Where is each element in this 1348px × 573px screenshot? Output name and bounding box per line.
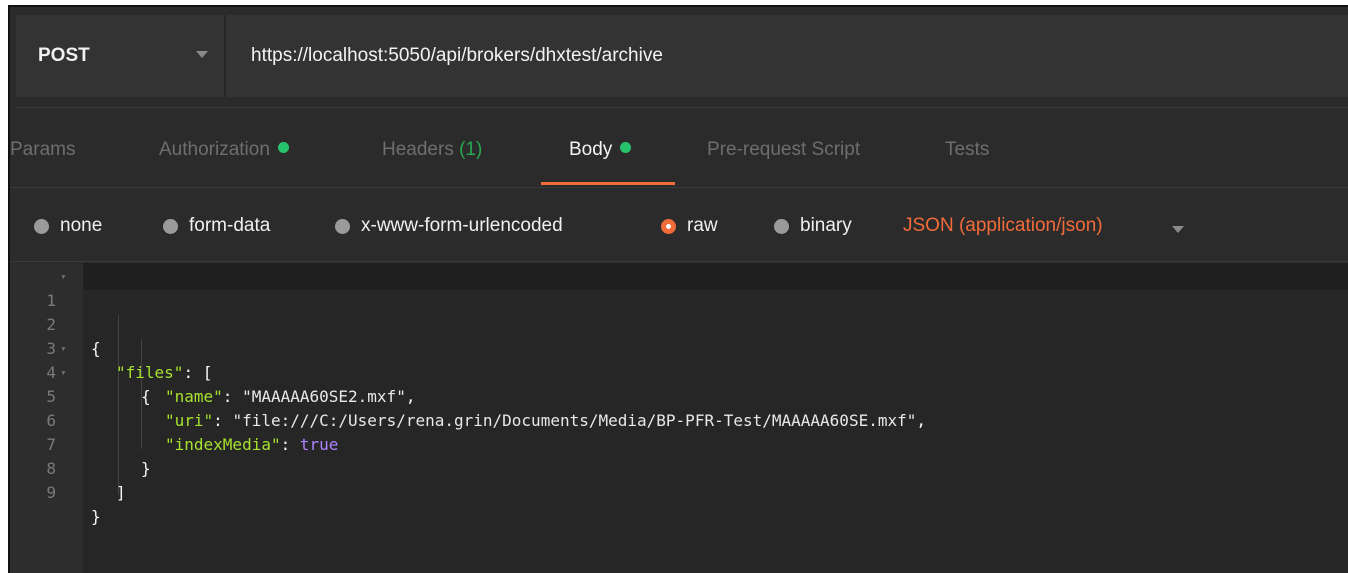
request-url-bar: POST https://localhost:5050/api/brokers/… — [16, 15, 1348, 97]
chevron-down-icon — [196, 51, 208, 58]
json-body-editor[interactable]: 1 ▾ { 2 ▾ "files": [ 3 ▾ { 4 "name": "MA… — [10, 263, 1348, 573]
json-key: "name" — [165, 387, 223, 406]
json-string: "file:///C:/Users/rena.grin/Documents/Me… — [232, 411, 917, 430]
tab-headers-label: Headers — [382, 139, 454, 160]
tab-headers[interactable]: Headers (1) — [382, 139, 482, 161]
request-tabs: Params Authorization Headers (1) Body Pr… — [10, 127, 1348, 187]
active-tab-indicator — [541, 182, 675, 185]
active-line-highlight — [83, 263, 1348, 290]
code-line: 8 ] — [10, 433, 125, 502]
code-text: "files": [ — [116, 361, 212, 385]
json-punct: : — [280, 435, 300, 454]
json-key: "uri" — [165, 411, 214, 430]
method-label: POST — [38, 45, 90, 66]
code-line: 3 ▾ { — [10, 313, 150, 406]
radio-checked-icon[interactable] — [661, 218, 676, 234]
code-text: "uri": "file:///C:/Users/rena.grin/Docum… — [165, 409, 926, 433]
json-key: "files" — [116, 363, 184, 382]
json-punct: , — [916, 411, 927, 430]
body-type-raw[interactable]: raw — [661, 215, 718, 237]
tab-authorization[interactable]: Authorization — [159, 139, 289, 161]
code-line: 5 "uri": "file:///C:/Users/rena.grin/Doc… — [10, 361, 926, 430]
code-line: 2 ▾ "files": [ — [10, 289, 212, 382]
code-text: { — [141, 387, 151, 406]
code-text: } — [91, 507, 101, 526]
tab-params-label: Params — [10, 139, 76, 160]
body-type-urlencoded[interactable]: x-www-form-urlencoded — [335, 215, 563, 237]
code-line: 4 "name": "MAAAAA60SE2.mxf", — [10, 337, 415, 406]
body-type-none[interactable]: none — [34, 215, 102, 237]
radio-icon[interactable] — [163, 218, 178, 234]
code-line: 1 ▾ { — [10, 265, 100, 358]
json-punct: : — [222, 387, 243, 406]
chevron-down-icon[interactable] — [1172, 226, 1184, 233]
status-dot-icon — [620, 142, 632, 153]
tab-tests[interactable]: Tests — [945, 139, 989, 161]
code-text: ] — [116, 483, 126, 502]
json-boolean: true — [299, 435, 339, 454]
tab-pre-request-script[interactable]: Pre-request Script — [707, 139, 860, 161]
code-text: "indexMedia": true — [165, 433, 338, 457]
json-string: "MAAAAA60SE2.mxf" — [242, 387, 406, 406]
line-number: 9 — [46, 483, 56, 502]
tab-body-label: Body — [569, 139, 613, 160]
body-type-binary[interactable]: binary — [774, 215, 852, 237]
radio-icon[interactable] — [34, 218, 49, 234]
json-punct: : — [213, 411, 233, 430]
indent-guide — [118, 315, 119, 495]
tab-authorization-label: Authorization — [159, 139, 270, 160]
radio-icon[interactable] — [774, 218, 789, 234]
tab-tests-label: Tests — [945, 139, 990, 160]
postman-request-window: POST https://localhost:5050/api/brokers/… — [8, 5, 1348, 573]
code-line: 9 } — [10, 457, 100, 526]
json-key: "indexMedia" — [165, 435, 281, 454]
status-dot-icon — [277, 142, 289, 153]
body-type-none-label: none — [60, 215, 103, 236]
code-line: 7 } — [10, 409, 150, 478]
body-type-urlencoded-label: x-www-form-urlencoded — [361, 215, 563, 236]
tab-params[interactable]: Params — [10, 139, 75, 161]
body-type-form-data[interactable]: form-data — [163, 215, 270, 237]
code-text: { — [91, 339, 101, 358]
method-select[interactable]: POST — [16, 15, 226, 97]
divider — [10, 187, 1348, 188]
body-type-selector: none form-data x-www-form-urlencoded raw… — [10, 203, 1348, 253]
divider — [10, 261, 1348, 262]
code-text: "name": "MAAAAA60SE2.mxf", — [165, 385, 415, 409]
divider — [16, 107, 1348, 108]
fold-arrow-icon[interactable]: ▾ — [60, 265, 67, 289]
code-text: } — [141, 459, 151, 478]
code-line: 6 "indexMedia": true — [10, 385, 338, 454]
tab-body[interactable]: Body — [569, 139, 632, 161]
json-punct: : [ — [183, 363, 213, 382]
body-type-raw-label: raw — [687, 215, 718, 236]
tab-prerequest-label: Pre-request Script — [707, 139, 861, 160]
content-type-select[interactable]: JSON (application/json) — [903, 215, 1103, 237]
radio-icon[interactable] — [335, 218, 350, 234]
body-type-binary-label: binary — [800, 215, 852, 236]
body-type-form-data-label: form-data — [189, 215, 271, 236]
headers-count-badge: (1) — [459, 139, 483, 160]
json-punct: , — [405, 387, 416, 406]
url-input[interactable]: https://localhost:5050/api/brokers/dhxte… — [226, 15, 1348, 97]
